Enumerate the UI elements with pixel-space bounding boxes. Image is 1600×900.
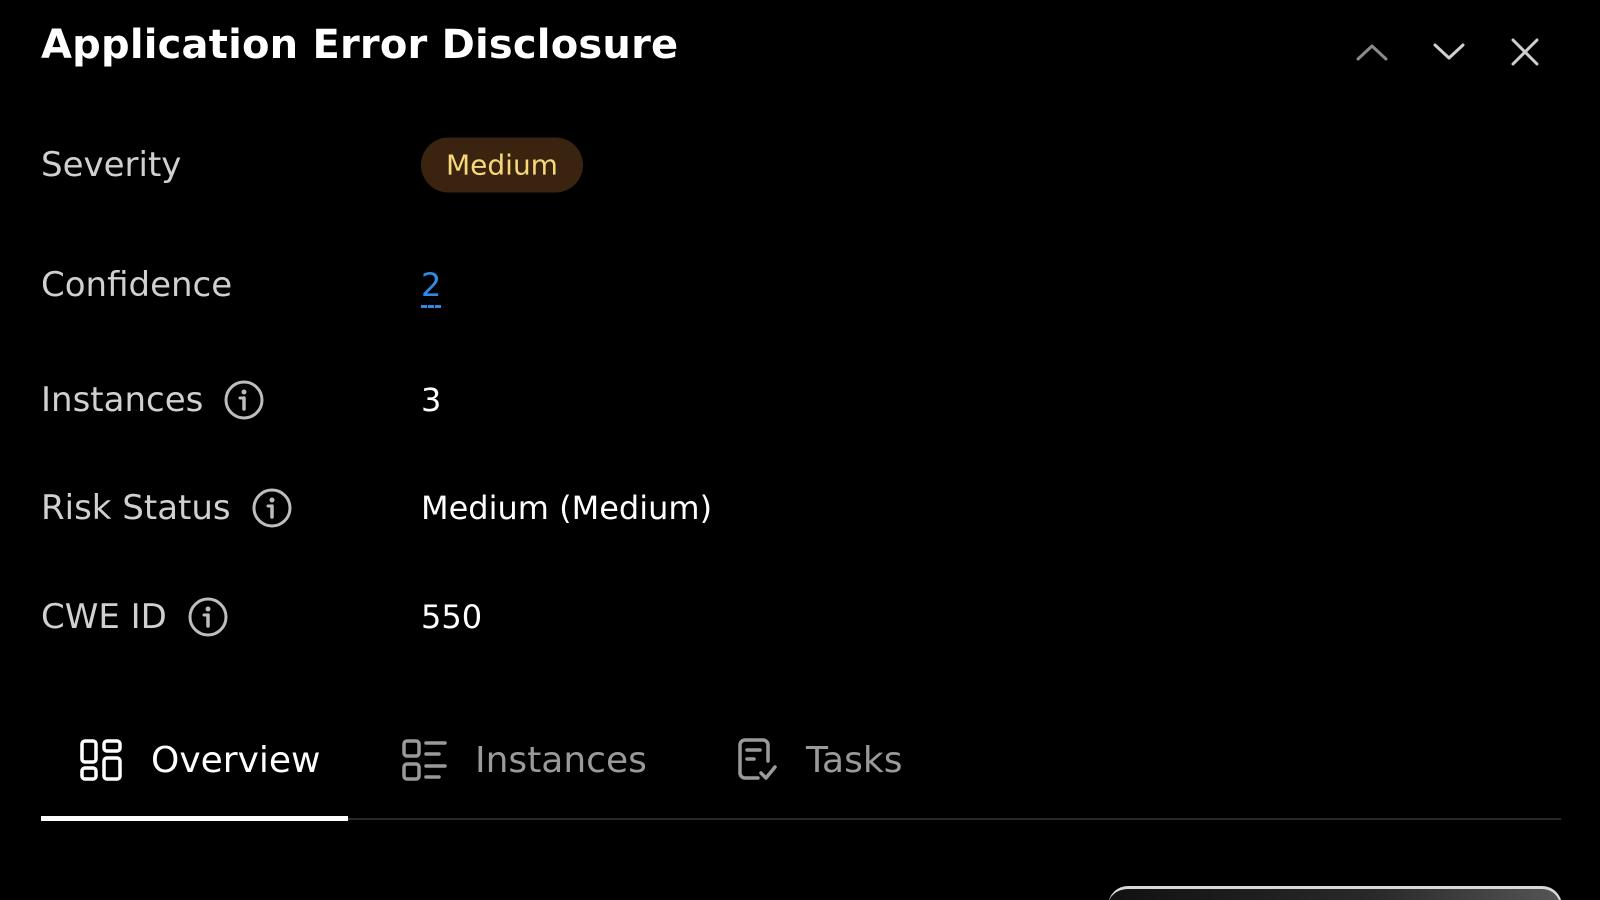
risk-status-label: Risk Status [41, 488, 231, 528]
severity-value: Medium [421, 137, 583, 193]
cwe-id-row: CWE ID 550 [41, 587, 1041, 647]
chevron-up-icon [1356, 44, 1388, 61]
instances-label: Instances [41, 380, 204, 420]
instances-value: 3 [421, 381, 442, 419]
task-check-icon [738, 738, 777, 780]
tab-overview-label: Overview [151, 739, 321, 781]
confidence-value: 2 [421, 266, 442, 308]
close-icon [1511, 38, 1539, 66]
instances-row: Instances 3 [41, 370, 1041, 430]
cwe-id-label: CWE ID [41, 597, 167, 637]
next-finding-button[interactable] [1427, 30, 1471, 74]
tab-instances[interactable]: Instances [401, 702, 647, 818]
page-title: Application Error Disclosure [41, 22, 679, 68]
chevron-down-icon [1433, 43, 1465, 60]
previous-finding-button[interactable] [1350, 30, 1394, 74]
info-icon[interactable] [223, 379, 265, 421]
instances-label-group: Instances [41, 379, 265, 421]
confidence-link[interactable]: 2 [421, 266, 442, 308]
risk-status-label-group: Risk Status [41, 487, 293, 529]
confidence-label-group: Confidence [41, 265, 232, 305]
info-icon[interactable] [251, 487, 293, 529]
tab-overview[interactable]: Overview [79, 702, 321, 818]
list-icon [402, 739, 447, 781]
risk-status-value: Medium (Medium) [421, 489, 713, 527]
confidence-label: Confidence [41, 265, 233, 305]
bottom-action-button[interactable] [1108, 886, 1562, 900]
risk-status-row: Risk Status Medium (Medium) [41, 478, 1041, 538]
severity-badge: Medium [421, 137, 583, 193]
overview-grid-icon [80, 739, 122, 781]
severity-label-group: Severity [41, 145, 181, 185]
close-button[interactable] [1503, 30, 1547, 74]
info-icon[interactable] [187, 596, 229, 638]
active-tab-indicator [41, 816, 348, 821]
detail-tabs: Overview Instances Tasks [41, 702, 1561, 821]
tab-tasks[interactable]: Tasks [736, 702, 902, 818]
confidence-row: Confidence 2 [41, 255, 1041, 315]
tab-tasks-label: Tasks [806, 739, 903, 781]
cwe-id-label-group: CWE ID [41, 596, 229, 638]
tab-instances-label: Instances [475, 739, 647, 781]
severity-row: Severity Medium [41, 135, 1041, 195]
cwe-id-value: 550 [421, 598, 483, 636]
finding-detail-panel: Application Error Disclosure Severity Me… [0, 0, 1600, 900]
severity-label: Severity [41, 145, 182, 185]
